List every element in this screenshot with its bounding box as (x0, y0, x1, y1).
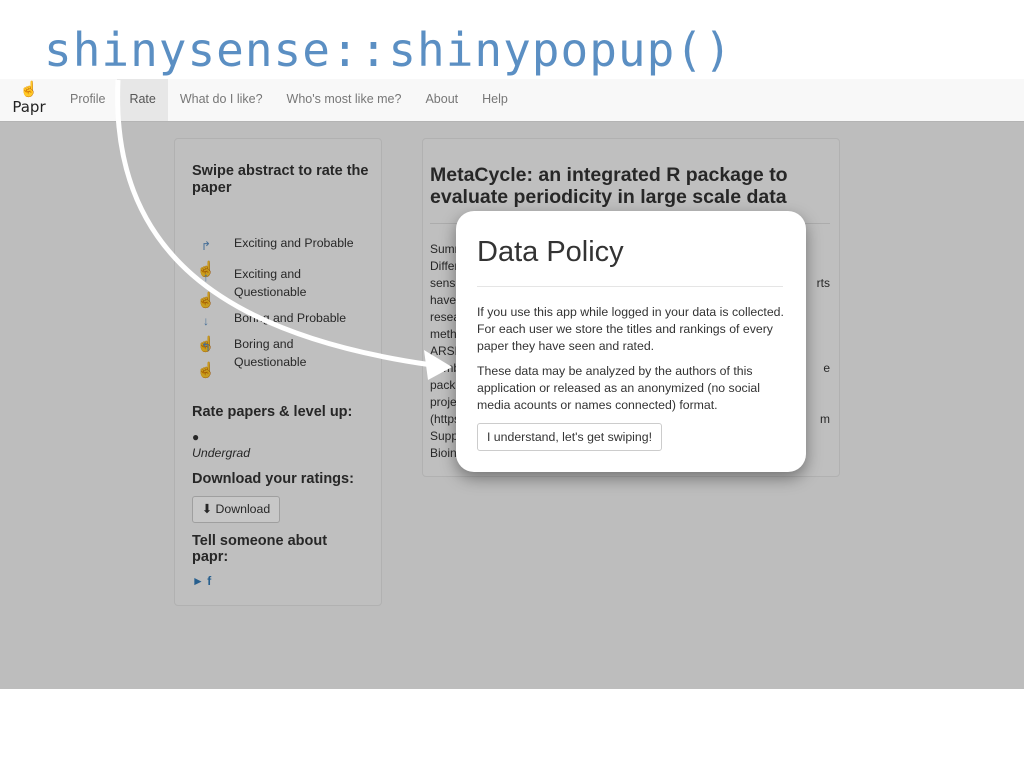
tab-about[interactable]: About (413, 79, 470, 121)
tab-help[interactable]: Help (470, 79, 520, 121)
modal-title: Data Policy (477, 236, 624, 268)
tab-rate[interactable]: Rate (117, 79, 168, 121)
brand-name: Papr (12, 98, 46, 116)
slide-title: shinysense::shinypopup() (44, 23, 733, 77)
pointing-hand-icon: ☝ (19, 81, 39, 98)
brand[interactable]: ☝ Papr (8, 82, 50, 118)
modal-paragraph: If you use this app while logged in your… (477, 305, 784, 353)
tab-whos-most-like-me[interactable]: Who's most like me? (275, 79, 414, 121)
tab-what-do-i-like[interactable]: What do I like? (168, 79, 275, 121)
modal-paragraph: These data may be analyzed by the author… (477, 364, 760, 412)
tab-profile[interactable]: Profile (58, 79, 117, 121)
accept-button[interactable]: I understand, let's get swiping! (477, 423, 662, 451)
data-policy-modal: Data Policy If you use this app while lo… (456, 211, 806, 472)
nav-tabs: Profile Rate What do I like? Who's most … (58, 79, 520, 121)
navbar: ☝ Papr Profile Rate What do I like? Who'… (0, 79, 1024, 122)
modal-divider (477, 286, 783, 287)
